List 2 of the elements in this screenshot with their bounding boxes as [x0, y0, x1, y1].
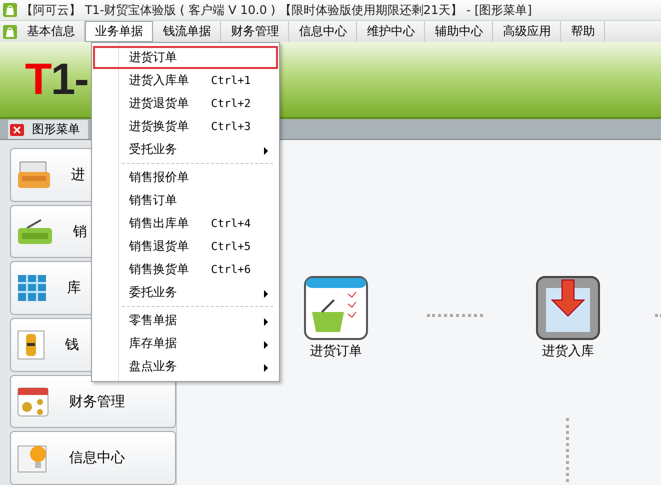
logo: T1-: [25, 54, 88, 104]
window-title: 【阿可云】 T1-财贸宝体验版 ( 客户端 V 10.0 ) 【限时体验版使用期限还剩21天】 - [图形菜单]: [21, 2, 532, 18]
